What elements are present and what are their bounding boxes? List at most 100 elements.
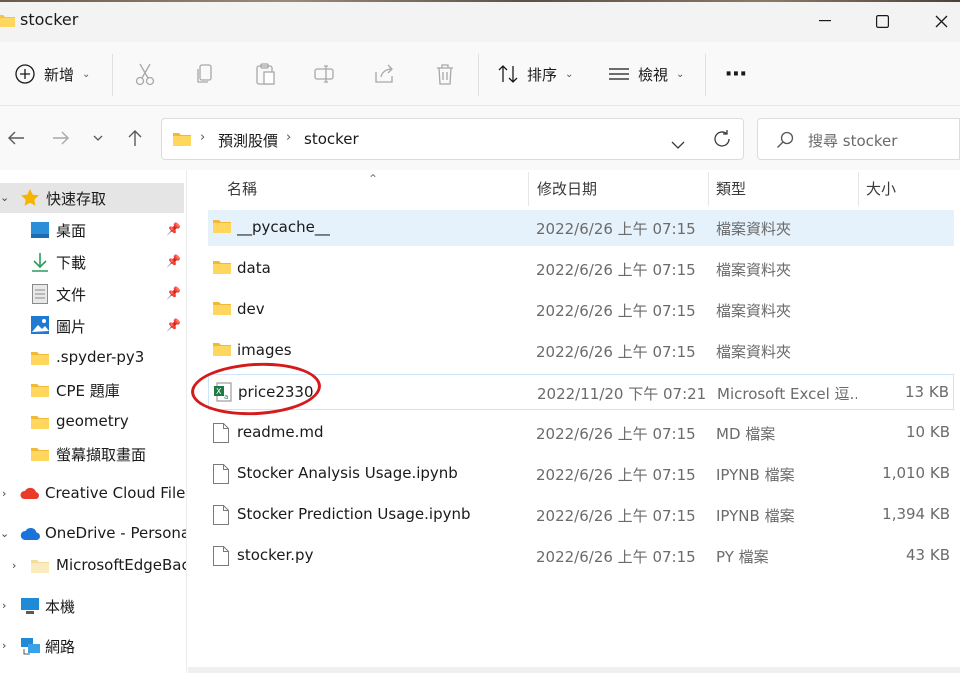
maximize-button[interactable] — [867, 8, 897, 34]
file-type: 檔案資料夾 — [716, 302, 792, 320]
horizontal-scrollbar[interactable] — [188, 667, 960, 673]
file-name: stocker.py — [237, 546, 314, 564]
breadcrumb-item[interactable]: 預測股價 — [218, 130, 278, 151]
column-header-date[interactable]: 修改日期 — [537, 170, 597, 206]
sidebar-item-onedrive[interactable]: ⌄ OneDrive - Personal — [0, 519, 186, 549]
sort-icon — [498, 65, 518, 83]
file-date: 2022/6/26 上午 07:15 — [536, 507, 696, 525]
sidebar-item-label: .spyder-py3 — [56, 348, 145, 366]
chevron-right-icon[interactable]: › — [2, 639, 6, 652]
file-size: 43 KB — [906, 546, 950, 564]
navigation-pane: ⌄ 快速存取 桌面 📌 下載 📌 文件 📌 圖片 📌 .spyder-py3 C… — [0, 170, 187, 673]
file-icon — [213, 546, 229, 570]
sidebar-item-documents[interactable]: 文件 📌 — [0, 279, 186, 309]
new-button[interactable]: 新增 ⌄ — [14, 60, 90, 88]
sidebar-item-quick-access[interactable]: ⌄ 快速存取 — [0, 183, 184, 213]
sidebar-item-label: MicrosoftEdgeBackups — [56, 556, 186, 574]
computer-icon — [20, 597, 40, 619]
pin-icon[interactable]: 📌 — [166, 254, 181, 268]
rename-icon[interactable] — [313, 62, 337, 86]
sidebar-item-onedrive-folder[interactable]: › MicrosoftEdgeBackups — [0, 551, 186, 581]
file-row[interactable]: images 2022/6/26 上午 07:15 檔案資料夾 — [208, 333, 954, 369]
more-options-button[interactable]: ⋯ — [725, 60, 747, 88]
sidebar-item-label: 本機 — [45, 598, 76, 616]
file-row[interactable]: stocker.py 2022/6/26 上午 07:15 PY 檔案 43 K… — [208, 538, 954, 574]
star-icon — [20, 188, 40, 212]
chevron-right-icon[interactable]: › — [2, 599, 6, 612]
pin-icon[interactable]: 📌 — [166, 318, 181, 332]
sidebar-item-folder[interactable]: .spyder-py3 — [0, 343, 186, 373]
pin-icon[interactable]: 📌 — [166, 222, 181, 236]
file-date: 2022/6/26 上午 07:15 — [536, 548, 696, 566]
file-name: dev — [237, 300, 265, 318]
folder-icon — [212, 218, 232, 238]
copy-icon[interactable] — [194, 62, 218, 86]
cut-icon[interactable] — [134, 62, 158, 86]
address-history-chevron-icon[interactable] — [671, 135, 685, 153]
window-title: stocker — [20, 10, 79, 29]
sidebar-item-creative-cloud[interactable]: › Creative Cloud Files — [0, 479, 186, 509]
pin-icon[interactable]: 📌 — [166, 286, 181, 300]
column-divider[interactable] — [858, 172, 859, 206]
file-row[interactable]: Stocker Analysis Usage.ipynb 2022/6/26 上… — [208, 456, 954, 492]
file-date: 2022/6/26 上午 07:15 — [536, 343, 696, 361]
file-icon — [213, 505, 229, 529]
forward-arrow-icon[interactable] — [49, 126, 73, 150]
sidebar-item-label: Creative Cloud Files — [45, 484, 186, 502]
sidebar-item-folder[interactable]: geometry — [0, 407, 186, 437]
desktop-icon — [31, 221, 49, 243]
chevron-right-icon[interactable]: › — [12, 559, 16, 572]
search-input[interactable]: 搜尋 stocker — [757, 118, 960, 160]
sidebar-item-desktop[interactable]: 桌面 📌 — [0, 215, 186, 245]
chevron-right-icon[interactable]: › — [2, 487, 6, 500]
plus-circle-icon — [15, 64, 35, 84]
minimize-button[interactable] — [810, 8, 840, 34]
file-row[interactable]: dev 2022/6/26 上午 07:15 檔案資料夾 — [208, 292, 954, 328]
document-icon — [32, 284, 48, 308]
column-header-name[interactable]: 名稱 — [227, 170, 257, 206]
share-icon[interactable] — [373, 62, 397, 86]
file-row-focused[interactable]: Xa price2330 2022/11/20 下午 07:21 Microso… — [208, 374, 954, 410]
refresh-icon[interactable] — [712, 129, 732, 153]
chevron-down-icon[interactable]: ⌄ — [0, 527, 9, 540]
file-type: IPYNB 檔案 — [716, 466, 795, 484]
file-type: Microsoft Excel 逗... — [717, 385, 857, 403]
chevron-down-icon[interactable]: ⌄ — [0, 191, 9, 204]
chevron-down-icon: ⌄ — [565, 68, 574, 80]
up-arrow-icon[interactable] — [123, 126, 147, 150]
delete-icon[interactable] — [434, 62, 458, 86]
column-divider[interactable] — [708, 172, 709, 206]
sidebar-item-folder[interactable]: CPE 題庫 — [0, 375, 186, 405]
sidebar-item-this-pc[interactable]: › 本機 — [0, 591, 186, 621]
column-header-size[interactable]: 大小 — [866, 170, 896, 206]
sidebar-item-label: 桌面 — [56, 222, 87, 240]
file-row[interactable]: readme.md 2022/6/26 上午 07:15 MD 檔案 10 KB — [208, 415, 954, 451]
view-button[interactable]: 檢視 ⌄ — [608, 60, 684, 88]
sidebar-item-network[interactable]: › 網路 — [0, 631, 186, 661]
paste-icon[interactable] — [254, 62, 278, 86]
sidebar-item-folder[interactable]: 螢幕擷取畫面 — [0, 439, 186, 469]
sidebar-item-label: geometry — [56, 412, 129, 430]
back-arrow-icon[interactable] — [4, 126, 28, 150]
toolbar-divider — [705, 54, 706, 96]
file-row[interactable]: __pycache__ 2022/6/26 上午 07:15 檔案資料夾 — [208, 210, 954, 246]
file-row[interactable]: Stocker Prediction Usage.ipynb 2022/6/26… — [208, 497, 954, 533]
column-header-type[interactable]: 類型 — [716, 170, 746, 206]
file-date: 2022/6/26 上午 07:15 — [536, 302, 696, 320]
file-list: ⌃ 名稱 修改日期 類型 大小 __pycache__ 2022/6/26 上午… — [188, 170, 960, 673]
creative-cloud-icon — [20, 485, 40, 507]
pane-divider[interactable] — [186, 170, 187, 673]
sidebar-item-pictures[interactable]: 圖片 📌 — [0, 311, 186, 341]
file-type: 檔案資料夾 — [716, 220, 792, 238]
address-bar[interactable]: › 預測股價 › stocker — [161, 118, 744, 160]
sidebar-item-downloads[interactable]: 下載 📌 — [0, 247, 186, 277]
view-label: 檢視 — [638, 65, 669, 84]
file-name: readme.md — [237, 423, 324, 441]
breadcrumb-item[interactable]: stocker — [304, 130, 359, 148]
recent-locations-chevron-icon[interactable] — [90, 126, 106, 150]
network-icon — [20, 636, 42, 660]
file-row[interactable]: data 2022/6/26 上午 07:15 檔案資料夾 — [208, 251, 954, 287]
column-divider[interactable] — [528, 172, 529, 206]
close-button[interactable] — [926, 8, 956, 34]
sort-button[interactable]: 排序 ⌄ — [497, 60, 573, 88]
